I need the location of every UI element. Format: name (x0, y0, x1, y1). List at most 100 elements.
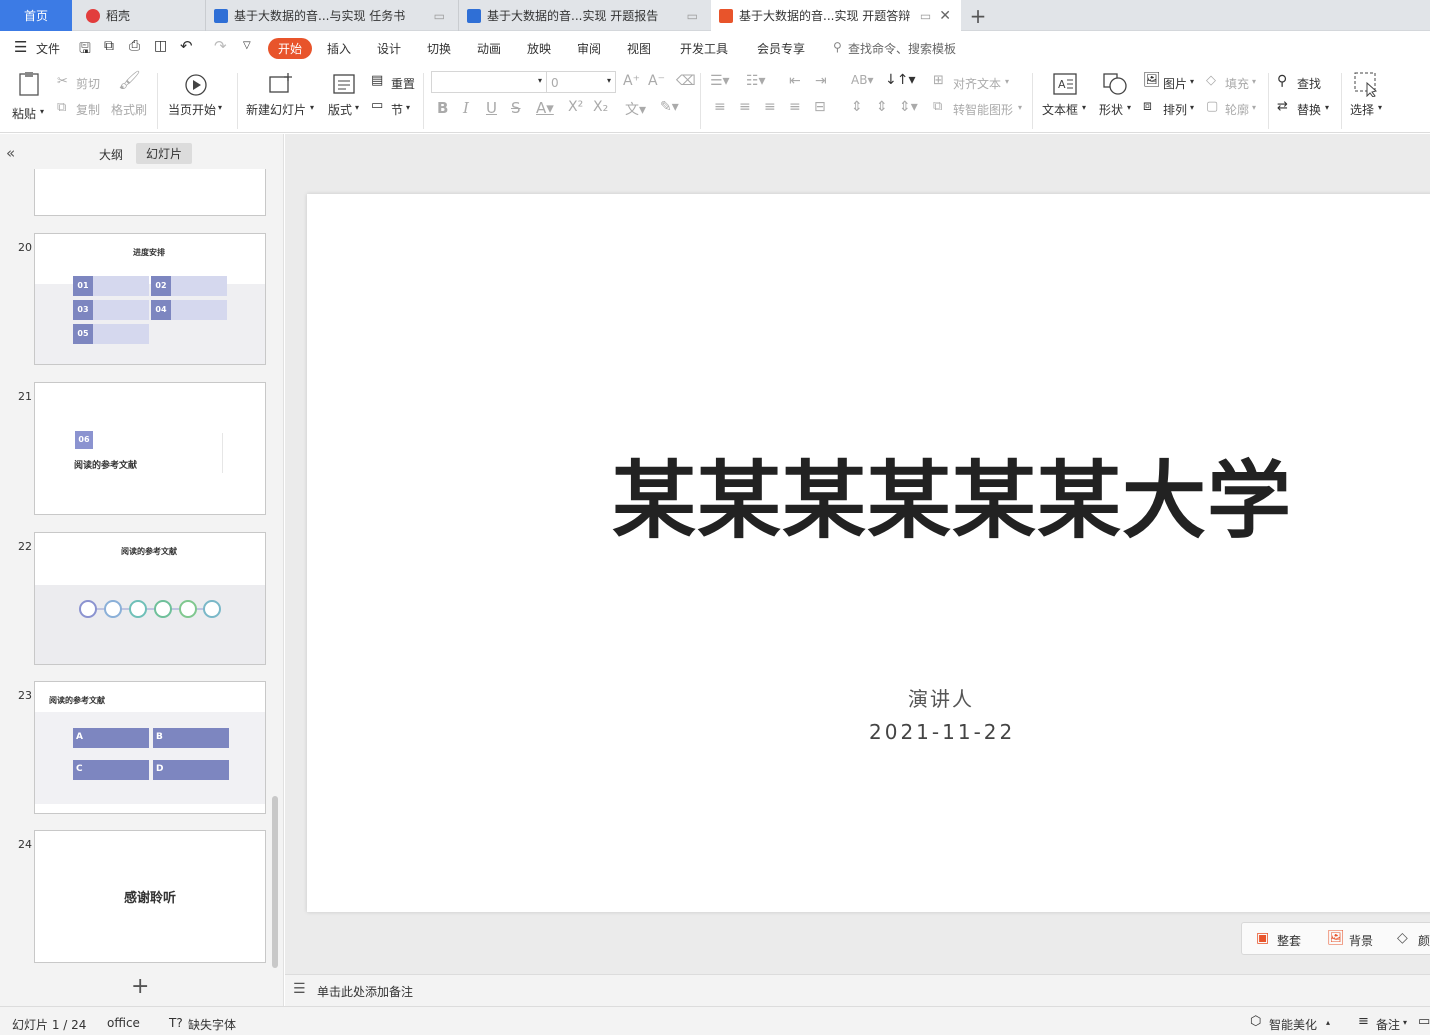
smart-beautify-button[interactable]: 智能美化 (1269, 1016, 1317, 1033)
play-current-button[interactable]: 当页开始 (168, 101, 216, 118)
tab-doc-defense[interactable]: 基于大数据的音...实现 开题答辩 ▭ ✕ (711, 0, 961, 31)
tab-daoke[interactable]: 稻壳 (78, 0, 200, 31)
redo-icon[interactable]: ↷ (214, 37, 227, 55)
distribute-icon[interactable]: ⊟ (814, 99, 826, 115)
export-icon[interactable]: ⧉ (104, 38, 114, 54)
grow-font-icon[interactable]: A⁺ (623, 73, 640, 89)
tab-doc-task[interactable]: 基于大数据的音...与实现 任务书 ▭ (205, 0, 455, 31)
collapse-panel-icon[interactable]: « (6, 144, 15, 162)
font-color-icon[interactable]: A▾ (536, 99, 554, 117)
paragraph-spacing-icon[interactable]: ⇕ (876, 99, 888, 115)
menu-member[interactable]: 会员专享 (757, 40, 805, 57)
format-painter-button[interactable]: 格式刷 (111, 101, 147, 118)
tab-pin-icon[interactable]: ▭ (920, 9, 931, 23)
shrink-font-icon[interactable]: A⁻ (648, 73, 665, 89)
menu-insert[interactable]: 插入 (327, 40, 351, 57)
decrease-indent-icon[interactable]: ⇤ (789, 73, 801, 89)
slide-thumbnail[interactable]: 阅读的参考文献 (34, 532, 266, 665)
justify-icon[interactable]: ≡ (789, 99, 801, 115)
bold-icon[interactable]: B (437, 99, 448, 117)
slide-title[interactable]: 某某某某某某大学 (612, 434, 1292, 555)
command-search[interactable]: 查找命令、搜索模板 (848, 40, 956, 57)
column-spacing-icon[interactable]: ⇕▾ (899, 99, 918, 115)
background-button[interactable]: 背景 (1349, 932, 1373, 949)
add-slide-button[interactable]: + (131, 974, 149, 999)
bullet-list-icon[interactable]: ☰▾ (710, 73, 730, 89)
new-slide-button[interactable]: 新建幻灯片 (246, 101, 306, 118)
notes-placeholder[interactable]: 单击此处添加备注 (317, 983, 413, 1000)
menu-start[interactable]: 开始 (268, 38, 313, 59)
find-button[interactable]: 查找 (1297, 75, 1321, 92)
cut-button[interactable]: 剪切 (76, 75, 100, 92)
picture-button[interactable]: 图片 (1163, 75, 1187, 92)
save-icon[interactable]: 🖫 (79, 38, 91, 62)
text-direction-icon[interactable]: AB▾ (851, 73, 873, 87)
tab-outline[interactable]: 大纲 (99, 146, 123, 163)
menu-design[interactable]: 设计 (377, 40, 401, 57)
menu-devtools[interactable]: 开发工具 (680, 40, 728, 57)
phonetic-icon[interactable]: 文▾ (625, 99, 646, 119)
comment-icon[interactable]: ▭ (1418, 1014, 1430, 1029)
menu-slideshow[interactable]: 放映 (527, 40, 551, 57)
slide-date[interactable]: 2021-11-22 (869, 720, 1015, 744)
textbox-button[interactable]: 文本框 (1042, 101, 1078, 118)
notes-pane[interactable]: ☰ 单击此处添加备注 (285, 974, 1430, 1006)
copy-button[interactable]: 复制 (76, 101, 100, 118)
undo-icon[interactable]: ↶ (180, 37, 193, 55)
slide-thumbnail[interactable]: 阅读的参考文献 A B C D (34, 681, 266, 814)
whole-set-button[interactable]: 整套 (1277, 932, 1301, 949)
align-center-icon[interactable]: ≡ (739, 99, 751, 115)
menu-review[interactable]: 审阅 (577, 40, 601, 57)
align-right-icon[interactable]: ≡ (764, 99, 776, 115)
reset-button[interactable]: 重置 (391, 75, 415, 92)
color-button[interactable]: 颜 (1418, 932, 1430, 949)
font-family-select[interactable]: ▾ (431, 71, 547, 93)
tab-slides[interactable]: 幻灯片 (136, 143, 193, 164)
arrange-button[interactable]: 排列 (1163, 101, 1187, 118)
clear-format-icon[interactable]: ⌫ (676, 73, 696, 89)
outline-button[interactable]: 轮廓 (1225, 101, 1249, 118)
select-button[interactable]: 选择 (1350, 101, 1374, 118)
strikethrough-icon[interactable]: S (511, 99, 521, 117)
menu-animation[interactable]: 动画 (477, 40, 501, 57)
slide-presenter[interactable]: 演讲人 (908, 683, 974, 712)
close-icon[interactable]: ✕ (939, 8, 951, 24)
hamburger-icon[interactable]: ☰ (14, 38, 27, 56)
notes-toggle-button[interactable]: 备注 (1376, 1016, 1400, 1033)
superscript-icon[interactable]: X² (568, 99, 583, 115)
replace-button[interactable]: 替换 (1297, 101, 1321, 118)
menu-file[interactable]: 文件 (36, 40, 60, 57)
new-tab-button[interactable]: + (966, 0, 990, 31)
slide-thumbnail[interactable]: 06 阅读的参考文献 (34, 382, 266, 515)
fill-button[interactable]: 填充 (1225, 75, 1249, 92)
menu-view[interactable]: 视图 (627, 40, 651, 57)
tab-doc-report[interactable]: 基于大数据的音...实现 开题报告 ▭ (458, 0, 708, 31)
thumbnail-scrollbar[interactable] (272, 796, 278, 968)
tab-home[interactable]: 首页 (0, 0, 72, 31)
highlight-icon[interactable]: ✎▾ (660, 99, 679, 115)
numbered-list-icon[interactable]: ☷▾ (746, 73, 766, 89)
align-text-button[interactable]: 对齐文本 (953, 75, 1001, 92)
subscript-icon[interactable]: X₂ (593, 99, 608, 115)
shape-button[interactable]: 形状 (1099, 101, 1123, 118)
italic-icon[interactable]: I (463, 99, 469, 117)
smart-shape-button[interactable]: 转智能图形 (953, 101, 1013, 118)
slide-thumbnail[interactable]: 感谢聆听 (34, 830, 266, 963)
tab-pin-icon[interactable]: ▭ (687, 9, 698, 23)
slide-canvas[interactable]: 某某某某某某大学 演讲人 2021-11-22 (307, 194, 1430, 912)
increase-indent-icon[interactable]: ⇥ (815, 73, 827, 89)
quick-access-dropdown-icon[interactable]: ▽ (243, 40, 251, 51)
underline-icon[interactable]: U (486, 99, 497, 117)
font-size-select[interactable]: 0 ▾ (546, 71, 616, 93)
line-spacing-icon[interactable]: ⇕ (851, 99, 863, 115)
section-button[interactable]: 节 (391, 101, 403, 118)
slide-thumbnail[interactable]: 进度安排 01 02 03 04 05 (34, 233, 266, 365)
preview-icon[interactable]: ◫ (154, 38, 167, 54)
slide-thumbnail[interactable] (34, 169, 266, 216)
missing-font-button[interactable]: 缺失字体 (188, 1016, 236, 1033)
paste-button[interactable]: 粘贴 ▾ (10, 71, 48, 127)
menu-switch[interactable]: 切换 (427, 40, 451, 57)
text-sort-icon[interactable]: ↓↑▾ (885, 72, 916, 88)
print-icon[interactable]: ⎙ (129, 38, 140, 54)
layout-button[interactable]: 版式 (328, 101, 352, 118)
